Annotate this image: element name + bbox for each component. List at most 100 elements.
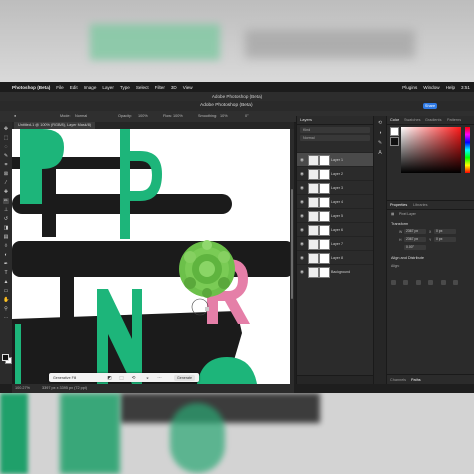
- canvas-scrollbar[interactable]: [290, 129, 294, 384]
- y-input[interactable]: 0 px: [434, 237, 456, 242]
- align-top-icon[interactable]: [428, 280, 434, 285]
- eyedropper-tool-icon[interactable]: ⁄: [3, 180, 9, 186]
- tab-swatches[interactable]: Swatches: [404, 118, 420, 122]
- menu-select[interactable]: Select: [136, 85, 149, 90]
- fill-icon[interactable]: ◒: [145, 375, 150, 380]
- menu-file[interactable]: File: [56, 85, 63, 90]
- menu-view[interactable]: View: [183, 85, 193, 90]
- opacity-input[interactable]: 100%: [138, 114, 148, 118]
- visibility-eye-icon[interactable]: ◉: [300, 255, 305, 260]
- clone-stamp-tool-icon[interactable]: ⊥: [3, 207, 9, 213]
- menu-filter[interactable]: Filter: [155, 85, 165, 90]
- layer-row[interactable]: ◉ Layer 4: [297, 194, 373, 209]
- history-icon[interactable]: ⟲: [377, 120, 383, 126]
- document-tab[interactable]: Untitled-1 @ 100% (RGB/8), Layer Mask/8): [14, 122, 96, 129]
- more-options-icon[interactable]: ⋯: [157, 375, 162, 380]
- layer-row[interactable]: ◉ Background: [297, 264, 373, 279]
- healing-tool-icon[interactable]: ✚: [3, 189, 9, 195]
- layers-panel-title[interactable]: Layers: [297, 116, 373, 125]
- x-input[interactable]: 0 px: [434, 229, 456, 234]
- foreground-color-swatch[interactable]: [2, 354, 9, 361]
- visibility-eye-icon[interactable]: ◉: [300, 185, 305, 190]
- layer-row[interactable]: ◉ Layer 7: [297, 236, 373, 251]
- menu-help[interactable]: Help: [446, 85, 455, 90]
- color-picker-field[interactable]: [401, 127, 461, 173]
- glyphs-icon[interactable]: A: [377, 150, 383, 156]
- color-foreground-swatch[interactable]: [390, 127, 399, 136]
- align-middle-icon[interactable]: [440, 280, 446, 285]
- hand-tool-icon[interactable]: ✋: [3, 297, 9, 303]
- menu-plugins[interactable]: Plugins: [402, 85, 417, 90]
- visibility-eye-icon[interactable]: ◉: [300, 199, 305, 204]
- menu-window[interactable]: Window: [423, 85, 439, 90]
- frame-tool-icon[interactable]: ⊠: [3, 171, 9, 177]
- dodge-tool-icon[interactable]: ◐: [3, 252, 9, 258]
- history-brush-tool-icon[interactable]: ↺: [3, 216, 9, 222]
- crop-tool-icon[interactable]: ⌗: [3, 162, 9, 168]
- move-tool-icon[interactable]: ✥: [3, 126, 9, 132]
- canvas[interactable]: Generative Fill ◩ ⬚ ⟲ ◒ ⋯ Generate: [12, 129, 294, 384]
- visibility-eye-icon[interactable]: ◉: [300, 171, 305, 176]
- generative-fill-button[interactable]: Generative Fill: [53, 376, 76, 380]
- layer-row[interactable]: ◉ Layer 8: [297, 250, 373, 265]
- eraser-tool-icon[interactable]: ◨: [3, 225, 9, 231]
- tab-libraries[interactable]: Libraries: [413, 203, 428, 207]
- layer-row[interactable]: ◉ Layer 6: [297, 222, 373, 237]
- menu-3d[interactable]: 3D: [171, 85, 177, 90]
- width-input[interactable]: 2367 px: [404, 229, 426, 234]
- marquee-tool-icon[interactable]: ⬚: [3, 135, 9, 141]
- align-bottom-icon[interactable]: [453, 280, 459, 285]
- menu-edit[interactable]: Edit: [70, 85, 78, 90]
- flow-input[interactable]: 100%: [173, 114, 183, 118]
- menu-image[interactable]: Image: [84, 85, 97, 90]
- mode-select[interactable]: Normal: [75, 114, 87, 118]
- color-background-swatch[interactable]: [390, 137, 399, 146]
- tab-paths[interactable]: Paths: [411, 378, 421, 382]
- menu-layer[interactable]: Layer: [102, 85, 114, 90]
- hue-slider[interactable]: [465, 127, 470, 173]
- align-right-icon[interactable]: [415, 280, 421, 285]
- mask-icon[interactable]: ◩: [107, 375, 112, 380]
- brush-tool-icon[interactable]: ✏: [3, 198, 9, 204]
- path-select-tool-icon[interactable]: ▲: [3, 279, 9, 285]
- tab-patterns[interactable]: Patterns: [447, 118, 461, 122]
- adjustments-icon[interactable]: ◑: [377, 130, 383, 136]
- menu-type[interactable]: Type: [120, 85, 130, 90]
- angle-input[interactable]: 0°: [245, 114, 249, 118]
- blur-tool-icon[interactable]: ◊: [3, 243, 9, 249]
- layer-row[interactable]: ◉ Layer 2: [297, 166, 373, 181]
- brushes-icon[interactable]: ✎: [377, 140, 383, 146]
- layer-blend-mode[interactable]: Normal: [300, 135, 370, 141]
- align-left-icon[interactable]: [391, 280, 396, 285]
- more-tools-icon[interactable]: ⋯: [3, 315, 9, 321]
- lasso-tool-icon[interactable]: ◌: [3, 144, 9, 150]
- visibility-eye-icon[interactable]: ◉: [300, 227, 305, 232]
- tab-color[interactable]: Color: [390, 118, 399, 122]
- gradient-tool-icon[interactable]: ▤: [3, 234, 9, 240]
- layer-row[interactable]: ◉ Layer 5: [297, 208, 373, 223]
- scrollbar-thumb[interactable]: [291, 189, 293, 299]
- quick-select-tool-icon[interactable]: ✎: [3, 153, 9, 159]
- height-input[interactable]: 2367 px: [404, 237, 426, 242]
- type-tool-icon[interactable]: T: [3, 270, 9, 276]
- angle-input[interactable]: 0.00°: [404, 245, 426, 250]
- invert-icon[interactable]: ⟲: [131, 375, 136, 380]
- transform-icon[interactable]: ⬚: [119, 375, 124, 380]
- pen-tool-icon[interactable]: ✒: [3, 261, 9, 267]
- menu-app-name[interactable]: Photoshop (Beta): [12, 85, 50, 90]
- tab-channels[interactable]: Channels: [390, 378, 406, 382]
- visibility-eye-icon[interactable]: ◉: [300, 157, 305, 162]
- layer-row[interactable]: ◉ Layer 3: [297, 180, 373, 195]
- tab-properties[interactable]: Properties: [390, 203, 407, 207]
- shape-tool-icon[interactable]: ▭: [3, 288, 9, 294]
- visibility-eye-icon[interactable]: ◉: [300, 213, 305, 218]
- layer-row[interactable]: ◉ Layer 1: [297, 152, 373, 167]
- smoothing-input[interactable]: 10%: [220, 114, 228, 118]
- tab-gradients[interactable]: Gradients: [425, 118, 441, 122]
- align-center-icon[interactable]: [403, 280, 409, 285]
- visibility-eye-icon[interactable]: ◉: [300, 241, 305, 246]
- visibility-eye-icon[interactable]: ◉: [300, 269, 305, 274]
- zoom-tool-icon[interactable]: ⚲: [3, 306, 9, 312]
- brush-preset-icon[interactable]: ●: [14, 114, 16, 118]
- transform-heading[interactable]: Transform: [391, 222, 408, 226]
